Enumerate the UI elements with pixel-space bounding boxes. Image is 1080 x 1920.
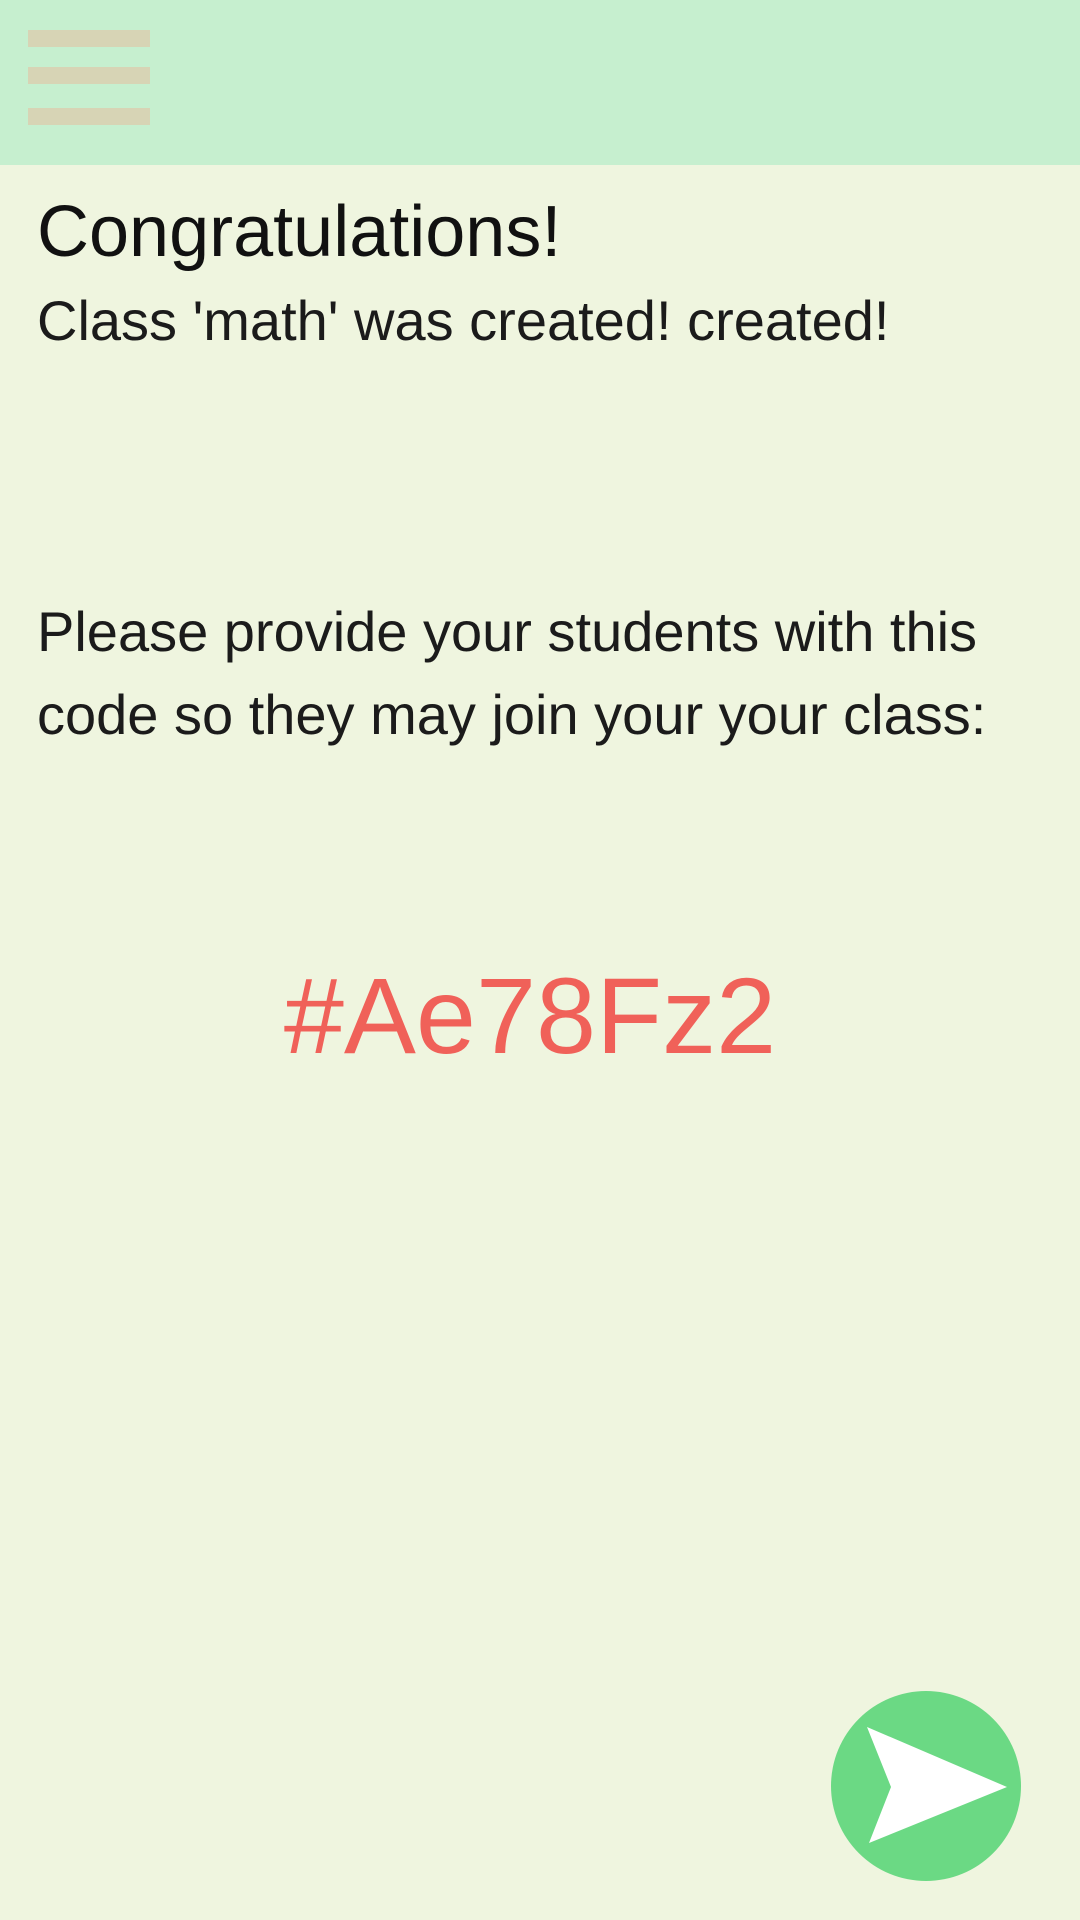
class-created-message: Class 'math' was created! created!	[37, 289, 890, 352]
send-button[interactable]	[831, 1691, 1021, 1881]
app-bar	[0, 0, 1080, 165]
class-code: #Ae78Fz2	[283, 955, 777, 1076]
hamburger-menu-icon[interactable]	[28, 30, 150, 126]
menu-line-3	[28, 108, 150, 125]
send-icon	[867, 1727, 1007, 1843]
page-title: Congratulations!	[37, 192, 562, 272]
instructions-text: Please provide your students with this c…	[37, 600, 987, 746]
menu-line-1	[28, 30, 150, 47]
menu-line-2	[28, 67, 150, 84]
